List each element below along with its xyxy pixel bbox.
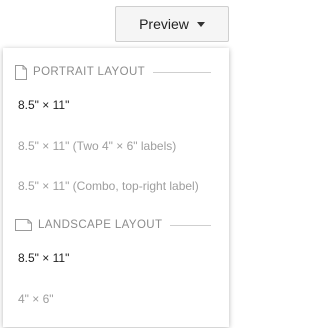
landscape-4x6-option[interactable]: 4" × 6" <box>18 288 223 310</box>
landscape-letter-option[interactable]: 8.5" × 11" <box>18 247 223 269</box>
section-divider <box>153 71 211 73</box>
preview-button-label: Preview <box>139 16 189 32</box>
portrait-layout-title: PORTRAIT LAYOUT <box>33 66 146 78</box>
portrait-two-labels-option[interactable]: 8.5" × 11" (Two 4" × 6" labels) <box>18 135 223 157</box>
landscape-layout-header: LANDSCAPE LAYOUT <box>15 217 211 233</box>
portrait-page-icon <box>15 64 27 80</box>
portrait-letter-option[interactable]: 8.5" × 11" <box>18 94 223 116</box>
section-divider <box>170 224 211 226</box>
portrait-combo-option[interactable]: 8.5" × 11" (Combo, top-right label) <box>18 175 223 197</box>
landscape-layout-title: LANDSCAPE LAYOUT <box>38 219 163 231</box>
preview-button[interactable]: Preview <box>115 6 229 42</box>
landscape-page-icon <box>15 219 32 231</box>
layout-dropdown-menu: PORTRAIT LAYOUT 8.5" × 11" 8.5" × 11" (T… <box>3 48 229 327</box>
caret-down-icon <box>196 22 205 27</box>
portrait-layout-header: PORTRAIT LAYOUT <box>15 64 211 80</box>
